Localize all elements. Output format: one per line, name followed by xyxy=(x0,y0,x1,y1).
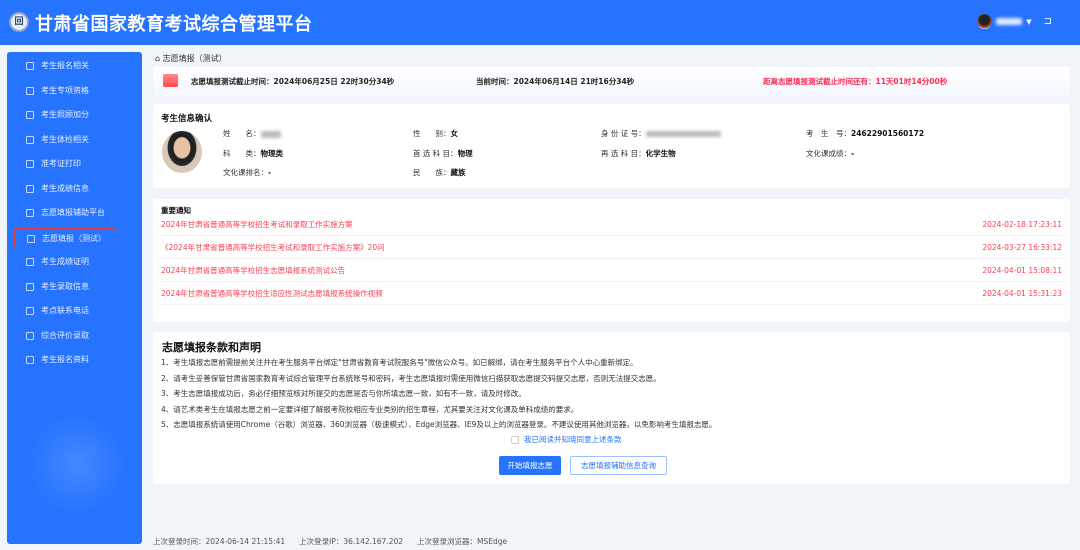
notice-date: 2024-03-27 16:33:12 xyxy=(982,243,1062,252)
sidebar-item[interactable]: 志愿填报辅助平台 xyxy=(14,203,116,223)
student-photo xyxy=(162,131,202,173)
sidebar-item-label: 准考证打印 xyxy=(41,159,81,168)
sidebar-item[interactable]: 考生录取信息 xyxy=(14,277,116,297)
notice-item[interactable]: 2024年甘肃省普通高等学校招生志愿填报系统测试公告 2024-04-01 15:… xyxy=(161,259,1062,282)
notice-link[interactable]: 2024年甘肃省普通高等学校招生考试和录取工作实施方案 xyxy=(161,220,353,229)
start-application-button[interactable]: 开始填报志愿 xyxy=(499,456,561,475)
last-login-ip: 上次登录IP：36.142.167.202 xyxy=(299,537,404,546)
sidebar-item-label: 考生成绩证明 xyxy=(41,257,89,266)
avatar[interactable] xyxy=(977,14,993,29)
culture-score-field: 文化课成绩：- xyxy=(806,149,855,158)
terms-line: 4、请艺术类考生在填报志愿之前一定要详细了解报考院校相应专业类别的招生章程，尤其… xyxy=(161,404,579,414)
bookmark-icon xyxy=(26,282,34,291)
notice-link[interactable]: 《2024年甘肃省普通高等学校招生考试和录取工作实施方案》20问 xyxy=(161,243,385,252)
sidebar-item-label: 考生体检相关 xyxy=(41,134,89,144)
sidebar-item[interactable]: 考生照顾加分 xyxy=(14,105,116,125)
sidebar-item[interactable]: 考生成绩信息 xyxy=(14,179,116,199)
decorative-glow xyxy=(27,414,127,514)
form-icon xyxy=(26,331,34,340)
terms-line: 2、请考生妥善保管甘肃省国家教育考试综合管理平台系统账号和密码，考生志愿填报时需… xyxy=(161,373,661,383)
terms-title: 志愿填报条款和声明 xyxy=(162,341,261,354)
breadcrumb: ⌂ 志愿填报（测试） xyxy=(155,53,227,64)
sidebar-item-label: 考生报名资料 xyxy=(41,355,89,364)
current-time: 当前时间：2024年06月14日 21时16分34秒 xyxy=(476,77,635,86)
terms-line: 1、考生填报志愿前需提前关注并在考生服务平台绑定"甘肃省教育考试院服务号"微信公… xyxy=(161,358,638,367)
card-icon xyxy=(26,111,34,119)
last-login-browser: 上次登录浏览器：MSEdge xyxy=(417,537,508,546)
notice-link[interactable]: 2024年甘肃省普通高等学校招生适应性测试志愿填报系统操作视频 xyxy=(161,289,383,298)
sidebar-item-label: 志愿填报（测试） xyxy=(42,233,106,243)
notice-date: 2024-02-18 17:23:11 xyxy=(982,220,1062,229)
category-field: 科 类：物理类 xyxy=(223,149,283,158)
form-icon xyxy=(26,209,34,217)
top-header: 回 甘肃省国家教育考试综合管理平台 ▼ ⊐ xyxy=(0,0,1080,45)
culture-rank-field: 文化课排名：- xyxy=(223,168,272,177)
user-menu[interactable]: ▼ ⊐ xyxy=(977,14,1052,29)
name-field: 姓 名： xyxy=(223,128,281,139)
agree-checkbox[interactable]: 我已阅读并知晓同意上述条款 xyxy=(511,434,622,445)
countdown-text: 距离志愿填报测试截止时间还有：11天01时14分00秒 xyxy=(763,77,948,86)
form-icon xyxy=(27,234,35,243)
terms-line: 3、考生志愿填报成功后，务必仔细预览核对所提交的志愿是否与你所填志愿一致，如有不… xyxy=(161,389,526,398)
second-subject-field: 再 选 科 目：化学生物 xyxy=(601,149,676,158)
ethnic-field: 民 族：藏族 xyxy=(413,168,466,177)
breadcrumb-current: 志愿填报（测试） xyxy=(162,54,227,63)
agree-label[interactable]: 我已阅读并知晓同意上述条款 xyxy=(524,434,622,445)
deadline-text: 志愿填报测试截止时间：2024年06月25日 22时30分34秒 xyxy=(191,77,395,86)
bookmark-icon xyxy=(26,307,34,315)
deadline-banner: 志愿填报测试截止时间：2024年06月25日 22时30分34秒 当前时间：20… xyxy=(153,67,1070,96)
exam-no-field: 考 生 号：24622901560172 xyxy=(806,129,925,138)
sidebar: 考生报名相关 考生专项资格 考生照顾加分 考生体检相关 准考证打印考生成绩信息志愿填报辅… xyxy=(7,52,142,544)
file-icon xyxy=(26,62,34,70)
terms-card: 志愿填报条款和声明 1、考生填报志愿前需提前关注并在考生服务平台绑定"甘肃省教育… xyxy=(153,332,1070,484)
sidebar-item-label: 考生专项资格 xyxy=(41,85,89,95)
notice-item[interactable]: 2024年甘肃省普通高等学校招生考试和录取工作实施方案 2024-02-18 17… xyxy=(161,213,1062,236)
id-card-icon xyxy=(26,160,34,168)
sidebar-item[interactable]: 考生成绩证明 xyxy=(14,252,116,272)
sidebar-item-label: 考生照顾加分 xyxy=(41,110,89,119)
flag-icon xyxy=(163,74,178,87)
sidebar-item-label: 综合评价录取 xyxy=(41,330,89,340)
v-icon xyxy=(26,86,34,95)
section-title: 考生信息确认 xyxy=(161,114,213,124)
app-title: 甘肃省国家教育考试综合管理平台 xyxy=(35,14,313,35)
footer: 上次登录时间：2024-06-14 21:15:41 上次登录IP：36.142… xyxy=(153,536,507,547)
sidebar-item-label: 考生报名相关 xyxy=(41,61,89,70)
logo-icon: 回 xyxy=(9,12,29,32)
home-icon[interactable]: ⌂ xyxy=(155,54,160,63)
notice-item[interactable]: 2024年甘肃省普通高等学校招生适应性测试志愿填报系统操作视频 2024-04-0… xyxy=(161,282,1062,305)
logout-icon[interactable]: ⊐ xyxy=(1044,16,1052,27)
sidebar-item[interactable]: 考生体检相关 xyxy=(14,130,116,150)
aux-info-query-button[interactable]: 志愿填报辅助信息查询 xyxy=(570,456,667,475)
gender-field: 性 别：女 xyxy=(413,129,458,138)
username-blurred[interactable] xyxy=(996,18,1023,25)
student-info-card: 考生信息确认 姓 名： 性 别：女 身 份 证 号： 考 生 号：2462290… xyxy=(153,104,1070,188)
sidebar-item[interactable]: 考生报名资料 xyxy=(14,350,116,370)
sidebar-item[interactable]: 考生专项资格 xyxy=(14,81,116,101)
sidebar-item-label: 考点联系电话 xyxy=(41,306,89,315)
sidebar-item-label: 考生成绩信息 xyxy=(41,183,89,193)
sidebar-item[interactable]: 考生报名相关 xyxy=(14,56,116,76)
id-field: 身 份 证 号： xyxy=(601,128,721,139)
terms-line: 5、志愿填报系统请使用Chrome（谷歌）浏览器、360浏览器（极速模式）、Ed… xyxy=(161,420,717,429)
id-card-icon xyxy=(26,356,34,364)
notice-link[interactable]: 2024年甘肃省普通高等学校招生志愿填报系统测试公告 xyxy=(161,266,345,275)
last-login-time: 上次登录时间：2024-06-14 21:15:41 xyxy=(153,537,286,546)
sidebar-item[interactable]: 志愿填报（测试） xyxy=(14,227,116,248)
notice-item[interactable]: 《2024年甘肃省普通高等学校招生考试和录取工作实施方案》20问 2024-03-… xyxy=(161,236,1062,259)
sidebar-item[interactable]: 准考证打印 xyxy=(14,154,116,174)
checkbox[interactable] xyxy=(511,435,519,444)
notice-date: 2024-04-01 15:31:23 xyxy=(982,289,1062,298)
heart-icon xyxy=(26,135,34,144)
sidebar-item[interactable]: 考点联系电话 xyxy=(14,301,116,321)
first-subject-field: 首 选 科 目：物理 xyxy=(413,149,473,158)
form-icon xyxy=(26,258,34,266)
sidebar-item[interactable]: 综合评价录取 xyxy=(14,326,116,346)
sidebar-item-label: 考生录取信息 xyxy=(41,281,89,291)
chevron-down-icon[interactable]: ▼ xyxy=(1026,18,1031,26)
notice-card: 重要通知 2024年甘肃省普通高等学校招生考试和录取工作实施方案 2024-02-… xyxy=(153,199,1070,322)
sidebar-item-label: 志愿填报辅助平台 xyxy=(41,208,105,217)
notice-date: 2024-04-01 15:08:11 xyxy=(982,266,1062,275)
id-card-icon xyxy=(26,184,34,193)
